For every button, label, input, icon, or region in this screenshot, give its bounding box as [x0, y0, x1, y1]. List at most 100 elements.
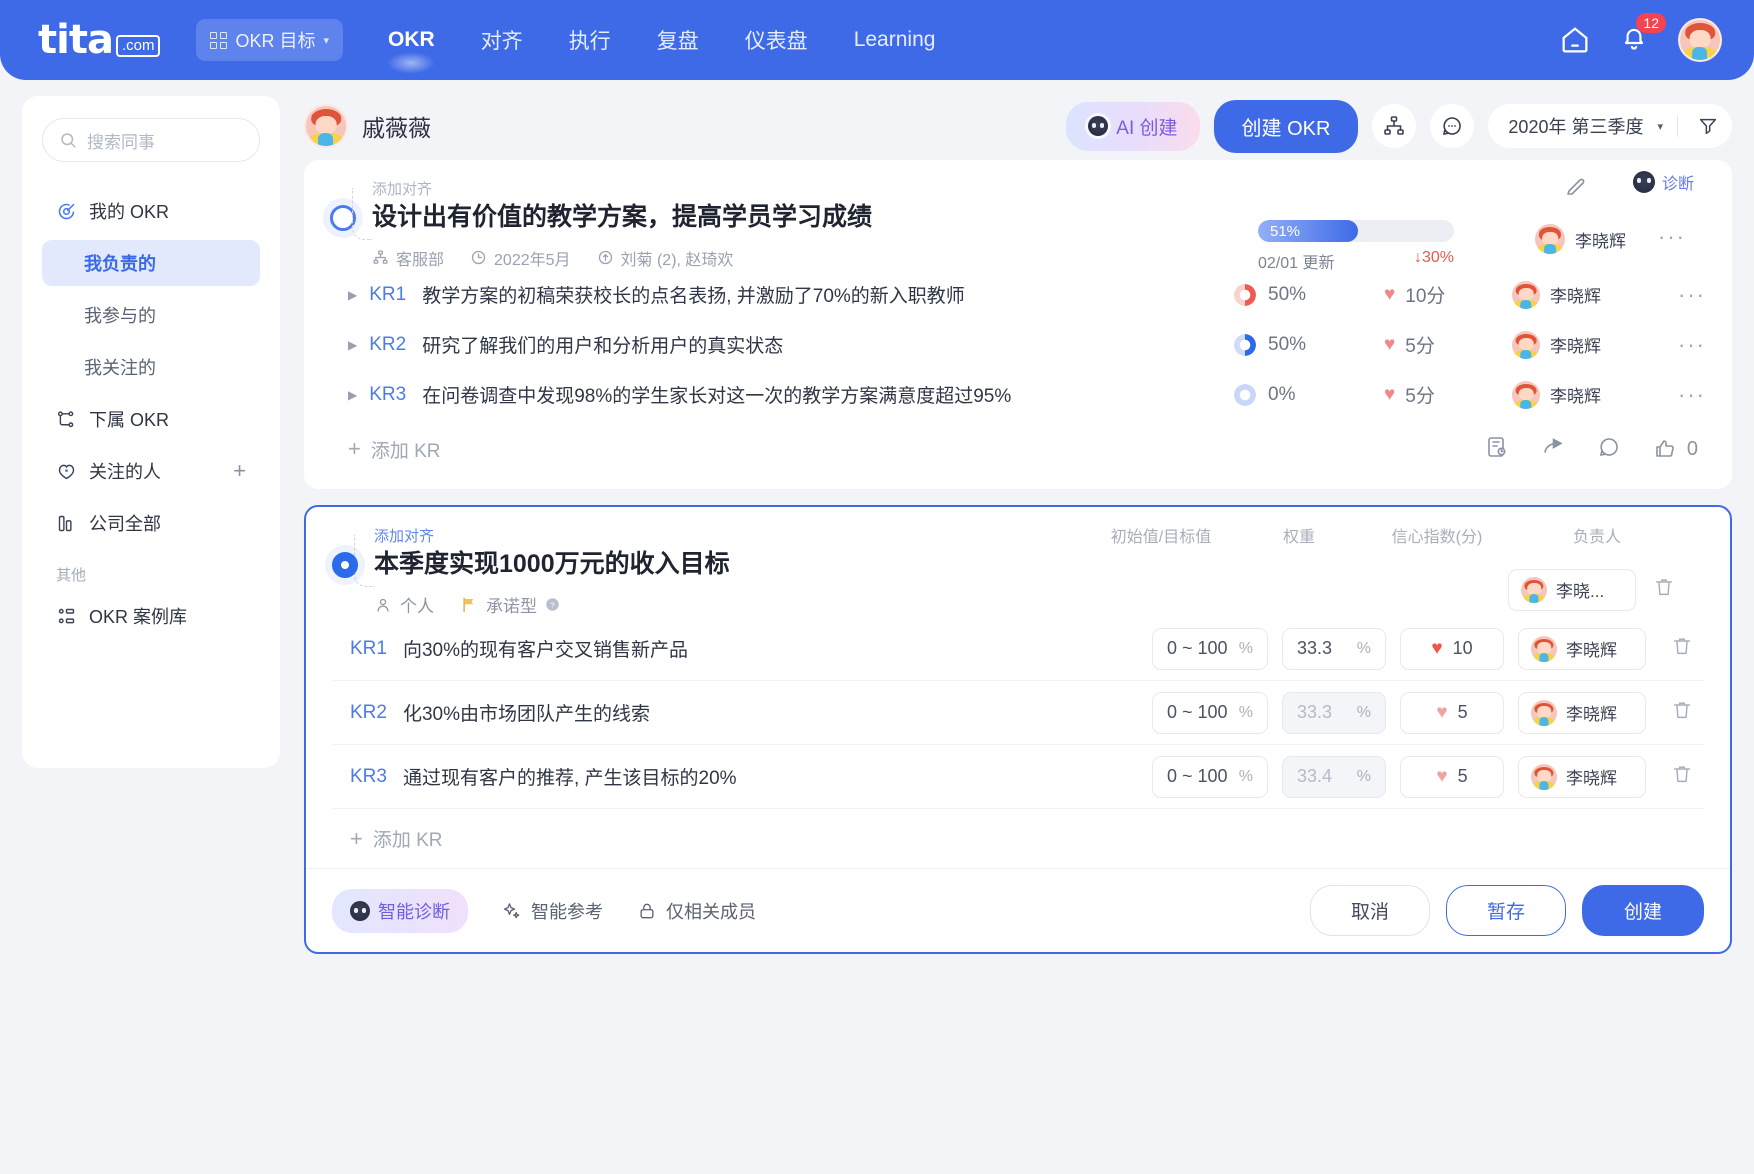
home-icon[interactable]	[1558, 23, 1592, 57]
kr-score: ♥ 5分	[1384, 331, 1512, 358]
create-button[interactable]: 创建	[1581, 885, 1704, 936]
kr-owner[interactable]: 李晓辉	[1512, 330, 1662, 359]
nav-item-okr[interactable]: OKR	[365, 22, 458, 58]
add-followed-person-icon[interactable]: +	[233, 458, 246, 484]
kr-owner[interactable]: 李晓辉	[1512, 280, 1662, 309]
comment-icon[interactable]	[1597, 435, 1621, 464]
confidence-value: 5	[1457, 702, 1468, 722]
meta-department: 客服部	[372, 246, 444, 270]
kr-row-editable[interactable]: KR3 通过现有客户的推荐, 产生该目标的20% 0 ~ 100 % 33.4 …	[332, 745, 1704, 809]
sidebar-item-following[interactable]: 我关注的	[42, 344, 260, 390]
kr-weight-input[interactable]: 33.3 %	[1282, 627, 1386, 670]
objective-title-input[interactable]: 本季度实现1000万元的收入目标	[374, 548, 730, 581]
sidebar-item-subordinate-okr[interactable]: 下属 OKR	[42, 396, 260, 442]
delete-kr-button[interactable]	[1660, 699, 1704, 726]
page-body: 搜索同事 我的 OKR 我负责的 我参与的 我关注的 下属 OKR 关注的人 +…	[0, 80, 1754, 1174]
add-alignment-link[interactable]: 添加对齐	[374, 525, 434, 546]
sidebar-item-followed-people[interactable]: 关注的人 +	[42, 448, 260, 494]
kr-row-editable[interactable]: KR1 向30%的现有客户交叉销售新产品 0 ~ 100 % 33.3 % ♥ …	[332, 617, 1704, 681]
notifications-bell-icon[interactable]: 12	[1618, 13, 1666, 57]
delete-kr-button[interactable]	[1660, 635, 1704, 662]
sidebar-item-okr-case-library[interactable]: OKR 案例库	[42, 593, 260, 639]
kr-row[interactable]: ▶ KR1 教学方案的初稿荣获校长的点名表扬, 并激励了70%的新入职教师 50…	[330, 270, 1706, 320]
comments-button[interactable]	[1430, 104, 1475, 148]
scope-tag[interactable]: 个人	[374, 592, 434, 617]
kr-row[interactable]: ▶ KR3 在问卷调查中发现98%的学生家长对这一次的教学方案满意度超过95% …	[330, 370, 1706, 420]
period-selector[interactable]: 2020年 第三季度 ▾	[1488, 104, 1732, 148]
trash-icon	[1655, 579, 1673, 596]
expand-triangle-icon[interactable]: ▶	[348, 288, 357, 302]
kr-range-input[interactable]: 0 ~ 100 %	[1152, 627, 1268, 670]
workspace-switcher[interactable]: OKR 目标 ▾	[196, 19, 344, 61]
kr-owner-select[interactable]: 李晓辉	[1518, 627, 1646, 670]
objective-owner[interactable]: 李晓辉	[1535, 224, 1626, 254]
kr-row-editable[interactable]: KR2 化30%由市场团队产生的线索 0 ~ 100 % 33.3 % ♥ 5	[332, 681, 1704, 745]
heart-icon: ♥	[1436, 765, 1448, 787]
kr-owner[interactable]: 李晓辉	[1512, 380, 1662, 409]
kr-range-input[interactable]: 0 ~ 100 %	[1152, 691, 1268, 734]
kr-more-button[interactable]: ···	[1662, 282, 1706, 308]
profile-avatar[interactable]	[304, 104, 348, 148]
nav-item-align[interactable]: 对齐	[458, 19, 546, 61]
kr-progress: 50%	[1234, 283, 1384, 306]
sidebar-item-my-okr[interactable]: 我的 OKR	[42, 188, 260, 234]
expand-triangle-icon[interactable]: ▶	[348, 388, 357, 402]
like-button[interactable]: 0	[1653, 437, 1698, 461]
nav-item-review[interactable]: 复盘	[634, 19, 722, 61]
range-value: 0 ~ 100	[1167, 766, 1228, 786]
add-kr-button[interactable]: + 添加 KR	[332, 809, 1704, 868]
weight-value: 33.3	[1297, 702, 1333, 722]
user-avatar[interactable]	[1678, 18, 1722, 62]
kr-owner-select[interactable]: 李晓辉	[1518, 755, 1646, 798]
kr-row[interactable]: ▶ KR2 研究了解我们的用户和分析用户的真实状态 50% ♥ 5分 李晓辉 ·…	[330, 320, 1706, 370]
smart-diagnose-button[interactable]: 智能诊断	[332, 888, 468, 933]
kr-more-button[interactable]: ···	[1662, 382, 1706, 408]
kr-owner-select[interactable]: 李晓辉	[1518, 691, 1646, 734]
trash-icon	[1673, 638, 1691, 655]
members-only-button[interactable]: 仅相关成员	[637, 898, 756, 924]
kr-confidence-input[interactable]: ♥ 10	[1400, 627, 1504, 670]
sidebar-item-participating[interactable]: 我参与的	[42, 292, 260, 338]
objective-title[interactable]: 设计出有价值的教学方案，提高学员学习成绩	[372, 201, 872, 234]
kr-owner-name: 李晓辉	[1566, 769, 1617, 788]
kr-range-input[interactable]: 0 ~ 100 %	[1152, 755, 1268, 798]
objective-owner-select[interactable]: 李晓...	[1508, 568, 1636, 611]
kr-confidence-input[interactable]: ♥ 5	[1400, 755, 1504, 798]
kr-weight-input[interactable]: 33.3 %	[1282, 691, 1386, 734]
nav-item-dashboard[interactable]: 仪表盘	[722, 19, 831, 61]
type-tag[interactable]: 承诺型 ?	[460, 592, 560, 617]
create-okr-button[interactable]: 创建 OKR	[1213, 99, 1359, 153]
kr-weight-input[interactable]: 33.4 %	[1282, 755, 1386, 798]
add-alignment-link[interactable]: 添加对齐	[372, 178, 432, 199]
cancel-button[interactable]: 取消	[1309, 885, 1430, 936]
kr-confidence-input[interactable]: ♥ 5	[1400, 691, 1504, 734]
progress-log-icon[interactable]	[1485, 435, 1509, 464]
tita-logo[interactable]: tita .com	[38, 20, 161, 60]
search-colleague-box[interactable]: 搜索同事	[42, 118, 260, 162]
members-only-label: 仅相关成员	[666, 901, 756, 922]
share-icon[interactable]	[1541, 435, 1565, 464]
objective-more-button[interactable]: ···	[1658, 224, 1686, 250]
edit-icon[interactable]	[1564, 174, 1588, 203]
kr-more-button[interactable]: ···	[1662, 332, 1706, 358]
expand-triangle-icon[interactable]: ▶	[348, 338, 357, 352]
sidebar-item-company-all[interactable]: 公司全部	[42, 500, 260, 546]
diagnose-button[interactable]: 诊断	[1632, 170, 1694, 194]
kr-text-input[interactable]: 向30%的现有客户交叉销售新产品	[403, 635, 688, 662]
ai-create-button[interactable]: AI 创建	[1066, 101, 1200, 151]
add-kr-button[interactable]: + 添加 KR	[330, 420, 441, 479]
workspace-label: OKR 目标	[235, 31, 316, 51]
delete-kr-button[interactable]	[1660, 763, 1704, 790]
search-input[interactable]: 搜索同事	[87, 128, 155, 153]
save-draft-button[interactable]: 暂存	[1445, 885, 1566, 936]
kr-owner-name: 李晓辉	[1566, 641, 1617, 660]
nav-item-learning[interactable]: Learning	[831, 22, 959, 58]
org-tree-view-button[interactable]	[1372, 104, 1417, 148]
kr-text-input[interactable]: 通过现有客户的推荐, 产生该目标的20%	[403, 763, 737, 790]
sidebar-item-owned-by-me[interactable]: 我负责的	[42, 240, 260, 286]
smart-reference-button[interactable]: 智能参考	[502, 898, 603, 924]
filter-button[interactable]	[1692, 110, 1724, 142]
nav-item-execute[interactable]: 执行	[546, 19, 634, 61]
delete-objective-button[interactable]	[1642, 576, 1686, 603]
kr-text-input[interactable]: 化30%由市场团队产生的线索	[403, 699, 650, 726]
